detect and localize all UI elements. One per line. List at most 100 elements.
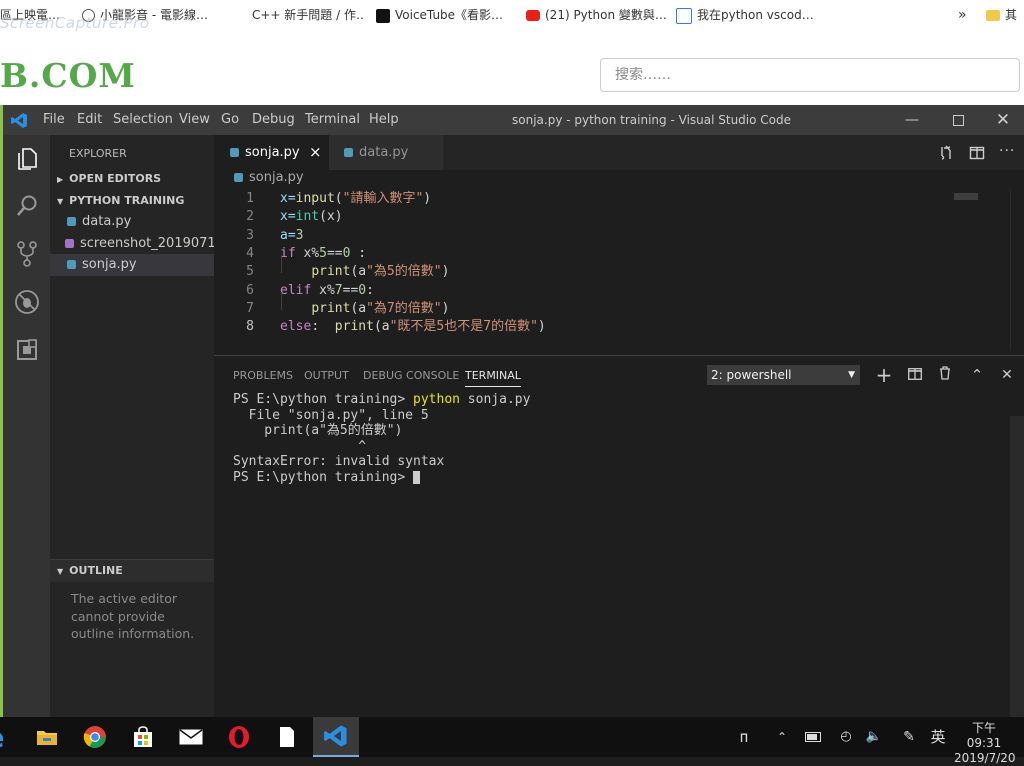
file-icon [280, 727, 294, 747]
maximize-panel-button[interactable]: ⌃ [966, 364, 988, 386]
indent-guide [281, 255, 282, 273]
ime-indicator[interactable]: 英 [927, 717, 949, 757]
python-file-icon [234, 173, 243, 182]
chrome-icon[interactable] [72, 717, 118, 757]
outline-message: The active editor cannot provide outline… [71, 591, 195, 641]
pen-icon[interactable]: ✎ [898, 717, 920, 757]
site-search-input[interactable]: 搜索…… [600, 58, 1020, 92]
more-actions-icon[interactable]: ··· [999, 143, 1015, 159]
voicetube-icon [376, 8, 390, 23]
vscode-logo-icon [11, 113, 27, 128]
breadcrumb[interactable]: sonja.py [214, 170, 1024, 190]
wifi-icon[interactable]: ◴ [835, 717, 857, 757]
code-line: print(a"為7的倍數") [311, 300, 450, 316]
menu-file[interactable]: File [43, 112, 65, 127]
image-file-icon [65, 239, 74, 248]
source-control-button[interactable] [3, 231, 50, 277]
close-window-button[interactable]: ✕ [981, 105, 1024, 135]
project-folder-section[interactable]: ▼ PYTHON TRAINING [50, 190, 214, 212]
envelope-icon [179, 729, 203, 745]
menu-help[interactable]: Help [369, 112, 399, 127]
outline-section[interactable]: ▼ OUTLINE [50, 559, 214, 582]
open-changes-icon[interactable] [938, 145, 954, 161]
tab-output[interactable]: OUTPUT [304, 369, 349, 382]
menu-debug[interactable]: Debug [252, 112, 295, 127]
tab-data-py[interactable]: data.py [329, 135, 443, 170]
line-number: 3 [246, 227, 254, 243]
bookmark-6[interactable]: 我在python vscod… [676, 0, 814, 30]
explorer-header: EXPLORER [69, 147, 127, 160]
code-line: a=3 [280, 227, 304, 243]
search-icon [16, 195, 36, 216]
code-line: print(a"為5的倍數") [311, 264, 450, 280]
split-icon [908, 368, 922, 380]
bookmark-3[interactable]: C++ 新手問題 / 作… [252, 0, 364, 30]
document-icon[interactable] [264, 717, 310, 757]
file-explorer-icon[interactable] [24, 717, 70, 757]
open-editors-section[interactable]: ▶ OPEN EDITORS [50, 168, 214, 190]
file-screenshot[interactable]: screenshot_20190716... [50, 233, 214, 255]
terminal-line: SyntaxError: invalid syntax [233, 454, 445, 469]
vscode-taskbar-icon[interactable] [313, 717, 359, 757]
line-number: 4 [246, 245, 254, 261]
explorer-button[interactable] [3, 135, 50, 181]
menu-view[interactable]: View [179, 112, 210, 127]
chevron-up-icon[interactable]: ⌃ [772, 717, 792, 757]
mail-icon[interactable] [168, 717, 214, 757]
vscode-titlebar: File Edit Selection View Go Debug Termin… [3, 105, 1024, 135]
tab-terminal[interactable]: TERMINAL [465, 369, 521, 387]
file-data-py[interactable]: data.py [50, 211, 214, 233]
opera-icon[interactable] [216, 717, 262, 757]
terminal-output[interactable]: PS E:\python training> python sonja.py F… [233, 392, 530, 485]
new-terminal-button[interactable]: + [873, 364, 895, 386]
close-icon: ✕ [995, 110, 1011, 130]
more-bookmarks-button[interactable]: » [958, 0, 972, 30]
menu-terminal[interactable]: Terminal [305, 112, 360, 127]
python-file-icon [230, 148, 239, 157]
split-terminal-button[interactable] [904, 364, 926, 386]
terminal-line: PS E:\python training> [233, 470, 530, 486]
tab-problems[interactable]: PROBLEMS [233, 369, 293, 382]
plus-icon: + [875, 363, 893, 387]
kill-terminal-button[interactable] [934, 364, 956, 386]
bookmark-folder[interactable]: 其 [986, 0, 1024, 30]
editor-scrollbar[interactable] [1010, 190, 1024, 350]
search-button[interactable] [3, 183, 50, 229]
menu-go[interactable]: Go [221, 112, 239, 127]
bookmark-4[interactable]: VoiceTube《看影… [376, 0, 511, 30]
minimize-icon: — [905, 112, 919, 128]
clock[interactable]: 下午 09:31 2019/7/20 [954, 721, 1016, 766]
youtube-icon [526, 10, 540, 21]
code-line: x=int(x) [280, 209, 343, 225]
minimize-button[interactable]: — [890, 105, 934, 135]
battery-icon[interactable] [802, 717, 824, 757]
file-sonja-py[interactable]: sonja.py [50, 254, 214, 276]
tab-debug-console[interactable]: DEBUG CONSOLE [363, 369, 459, 382]
menu-selection[interactable]: Selection [113, 112, 173, 127]
window-title: sonja.py - python training - Visual Stud… [512, 113, 792, 127]
line-number: 5 [246, 264, 254, 280]
maximize-button[interactable] [936, 105, 980, 135]
code-line: if x%5==0 : [280, 245, 367, 261]
activity-bar [3, 135, 50, 717]
code-line: x=input("請輸入數字") [280, 191, 432, 206]
edge-icon[interactable]: e [0, 717, 10, 757]
menu-edit[interactable]: Edit [77, 112, 102, 127]
terminal-select[interactable]: 2: powershell ▼ [707, 365, 860, 385]
bookmark-5[interactable]: (21) Python 變數與… [526, 0, 666, 30]
code-line: else: print(a"既不是5也不是7的倍數") [280, 319, 546, 335]
code-editor[interactable]: 1 2 3 4 5 6 7 8 x=input("請輸入數字") x=int(x… [214, 190, 1024, 350]
extensions-button[interactable] [3, 327, 50, 373]
close-tab-icon[interactable]: × [309, 135, 322, 170]
python-file-icon [67, 217, 76, 226]
store-icon[interactable] [120, 717, 166, 757]
volume-icon[interactable]: 🔈 [863, 717, 885, 757]
terminal-line: PS E:\python training> python sonja.py [233, 392, 531, 407]
tab-sonja-py[interactable]: sonja.py × [214, 135, 329, 170]
people-icon[interactable]: ᴨ [732, 717, 756, 757]
debug-button[interactable] [3, 279, 50, 325]
terminal-scrollbar[interactable] [1010, 416, 1024, 717]
close-panel-button[interactable]: ✕ [996, 364, 1018, 386]
minimap[interactable] [954, 193, 978, 200]
split-editor-icon[interactable] [969, 145, 985, 161]
